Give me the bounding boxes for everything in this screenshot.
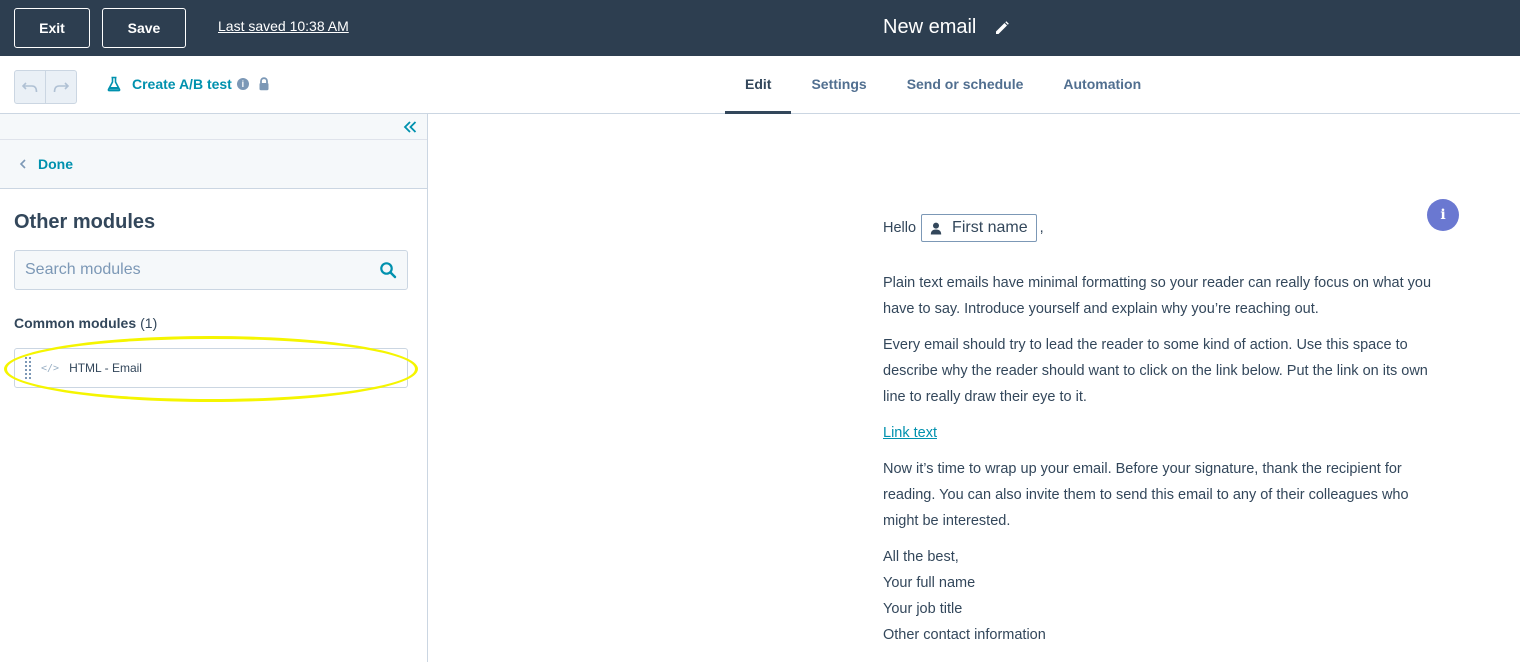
search-modules-input[interactable] <box>25 261 379 279</box>
email-title: New email <box>883 16 977 38</box>
search-icon[interactable] <box>379 261 397 279</box>
greeting-text: Hello <box>883 220 917 236</box>
drag-handle-icon[interactable] <box>25 357 31 379</box>
editor-nav-bar: Create A/B test i Edit Settings Send or … <box>0 56 1520 114</box>
undo-button[interactable] <box>15 71 45 103</box>
tab-automation[interactable]: Automation <box>1043 56 1161 114</box>
person-icon <box>930 222 942 234</box>
module-label: HTML - Email <box>69 361 142 375</box>
email-link-paragraph: Link text <box>883 420 1443 446</box>
greeting-line: Hello First name , <box>883 214 1443 242</box>
signature-line: All the best, <box>883 549 959 565</box>
common-modules-label: Common modules <box>14 315 137 331</box>
module-html-email[interactable]: </> HTML - Email <box>14 348 408 388</box>
create-ab-test-link[interactable]: Create A/B test i <box>106 76 271 92</box>
email-link[interactable]: Link text <box>883 425 937 441</box>
redo-icon <box>53 82 69 93</box>
flask-icon <box>107 76 121 92</box>
email-title-group: New email <box>883 16 1010 39</box>
pencil-icon[interactable] <box>994 20 1010 36</box>
done-label: Done <box>38 156 73 172</box>
lock-icon <box>259 77 269 91</box>
top-bar: Exit Save Last saved 10:38 AM New email <box>0 0 1520 56</box>
undo-redo-group <box>14 70 77 104</box>
save-button[interactable]: Save <box>102 8 186 48</box>
common-modules-heading: Common modules (1) <box>14 315 157 331</box>
email-closing-paragraph: Now it’s time to wrap up your email. Bef… <box>883 461 1409 529</box>
personalization-token[interactable]: First name <box>921 214 1037 242</box>
exit-button[interactable]: Exit <box>14 8 90 48</box>
info-icon[interactable]: i <box>236 78 249 90</box>
double-chevron-left-icon[interactable] <box>403 120 417 134</box>
greeting-comma: , <box>1039 220 1044 236</box>
chevron-left-icon <box>19 159 26 169</box>
redo-button[interactable] <box>45 71 76 103</box>
common-modules-count: (1) <box>140 315 158 331</box>
tab-settings[interactable]: Settings <box>791 56 886 114</box>
last-saved-link[interactable]: Last saved 10:38 AM <box>218 18 349 34</box>
search-modules-box <box>14 250 408 290</box>
sidebar-collapse-bar <box>0 114 427 140</box>
undo-icon <box>22 82 38 93</box>
tab-edit[interactable]: Edit <box>725 56 792 114</box>
tab-send-or-schedule[interactable]: Send or schedule <box>887 56 1044 114</box>
code-icon: </> <box>41 362 60 374</box>
ab-test-label: Create A/B test <box>132 76 232 92</box>
email-paragraph: Every email should try to lead the reade… <box>883 337 1428 405</box>
editor-tabs: Edit Settings Send or schedule Automatio… <box>725 56 1161 114</box>
email-signature: All the best, Your full name Your job ti… <box>883 544 1443 648</box>
email-paragraph: Plain text emails have minimal formattin… <box>883 275 1432 317</box>
sidebar-title: Other modules <box>14 211 156 233</box>
signature-line: Other contact information <box>883 627 1046 643</box>
modules-sidebar: Done Other modules Common modules(1) </>… <box>0 114 428 662</box>
signature-line: Your job title <box>883 601 963 617</box>
done-button[interactable]: Done <box>0 140 427 189</box>
signature-line: Your full name <box>883 575 976 591</box>
email-canvas: i Hello First name , Plain text emails h… <box>429 114 1520 662</box>
email-body[interactable]: Hello First name , Plain text emails hav… <box>883 214 1443 648</box>
token-label: First name <box>952 219 1028 236</box>
